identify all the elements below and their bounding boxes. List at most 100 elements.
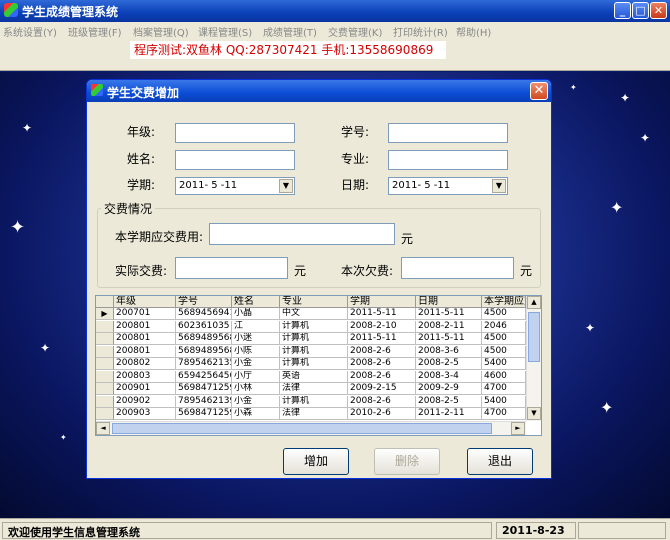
cell-student-no[interactable]: 7895462139 <box>176 395 232 408</box>
chevron-down-icon[interactable]: ▼ <box>279 179 293 193</box>
menu-help[interactable]: 帮助(H) <box>456 24 491 39</box>
cell-student-no[interactable]: 5689489568 <box>176 333 232 345</box>
cell-fee[interactable]: 4500 <box>482 345 526 358</box>
cell-student-no[interactable]: 7895462135 <box>176 358 232 370</box>
vertical-scrollbar[interactable]: ▲ ▼ <box>526 296 541 421</box>
scroll-thumb-horizontal[interactable] <box>112 423 492 434</box>
cell-grade[interactable]: 200901 <box>114 383 176 395</box>
cell-fee[interactable]: 5400 <box>482 358 526 370</box>
cell-grade[interactable]: 200902 <box>114 395 176 408</box>
cell-term[interactable]: 2010-2-6 <box>348 408 416 420</box>
cell-name[interactable]: 小金 <box>232 358 280 370</box>
cell-name[interactable]: 小金 <box>232 395 280 408</box>
exit-button[interactable]: 退出 <box>467 448 533 475</box>
col-header-term[interactable]: 学期 <box>348 296 416 308</box>
add-button[interactable]: 增加 <box>283 448 349 475</box>
minimize-button[interactable]: _ <box>614 2 631 19</box>
cell-name[interactable]: 小陈 <box>232 345 280 358</box>
cell-student-no[interactable]: 602361035 <box>176 320 232 333</box>
cell-grade[interactable]: 200801 <box>114 345 176 358</box>
cell-name[interactable]: 小林 <box>232 383 280 395</box>
menu-archive[interactable]: 档案管理(Q) <box>133 24 189 39</box>
menu-score[interactable]: 成绩管理(T) <box>263 24 317 39</box>
chevron-down-icon[interactable]: ▼ <box>492 179 506 193</box>
cell-grade[interactable]: 200701 <box>114 308 176 320</box>
major-field[interactable] <box>388 150 508 170</box>
student-no-field[interactable] <box>388 123 508 143</box>
cell-term[interactable]: 2008-2-6 <box>348 345 416 358</box>
row-header[interactable] <box>96 358 114 370</box>
row-header[interactable] <box>96 383 114 395</box>
cell-date[interactable]: 2011-5-11 <box>416 333 482 345</box>
cell-grade[interactable]: 200803 <box>114 370 176 383</box>
cell-student-no[interactable]: 5698471259 <box>176 408 232 420</box>
cell-date[interactable]: 2008-2-5 <box>416 358 482 370</box>
cell-name[interactable]: 小迷 <box>232 333 280 345</box>
cell-fee[interactable]: 4600 <box>482 370 526 383</box>
paid-field[interactable] <box>175 257 288 279</box>
scroll-left-icon[interactable]: ◄ <box>96 422 110 435</box>
name-field[interactable] <box>175 150 295 170</box>
cell-date[interactable]: 2011-5-11 <box>416 308 482 320</box>
cell-student-no[interactable]: 5689489568 <box>176 345 232 358</box>
cell-term[interactable]: 2008-2-6 <box>348 370 416 383</box>
col-header-name[interactable]: 姓名 <box>232 296 280 308</box>
menu-fee[interactable]: 交费管理(K) <box>328 24 382 39</box>
cell-grade[interactable]: 200802 <box>114 358 176 370</box>
menu-system[interactable]: 系统设置(Y) <box>3 24 57 39</box>
menu-class[interactable]: 班级管理(F) <box>68 24 122 39</box>
scroll-right-icon[interactable]: ► <box>511 422 525 435</box>
cell-name[interactable]: 小森 <box>232 408 280 420</box>
cell-major[interactable]: 计算机 <box>280 395 348 408</box>
cell-grade[interactable]: 200903 <box>114 408 176 420</box>
row-header[interactable] <box>96 320 114 333</box>
grade-field[interactable] <box>175 123 295 143</box>
menu-course[interactable]: 课程管理(S) <box>198 24 252 39</box>
cell-grade[interactable]: 200801 <box>114 333 176 345</box>
maximize-button[interactable]: □ <box>632 2 649 19</box>
dialog-close-button[interactable]: ✕ <box>530 82 548 100</box>
cell-name[interactable]: 江 <box>232 320 280 333</box>
col-header-student-no[interactable]: 学号 <box>176 296 232 308</box>
cell-fee[interactable]: 4700 <box>482 408 526 420</box>
delete-button[interactable]: 删除 <box>374 448 440 475</box>
scroll-down-icon[interactable]: ▼ <box>527 407 541 420</box>
cell-major[interactable]: 计算机 <box>280 320 348 333</box>
horizontal-scrollbar[interactable]: ◄ ► <box>96 421 526 435</box>
owed-field[interactable] <box>401 257 514 279</box>
fee-data-grid[interactable]: 年级 学号 姓名 专业 学期 日期 本学期应交 ▶200701568945694… <box>95 295 542 436</box>
cell-major[interactable]: 计算机 <box>280 345 348 358</box>
cell-major[interactable]: 计算机 <box>280 333 348 345</box>
cell-fee[interactable]: 2046 <box>482 320 526 333</box>
cell-name[interactable]: 小晶 <box>232 308 280 320</box>
cell-date[interactable]: 2008-3-4 <box>416 370 482 383</box>
cell-student-no[interactable]: 5698471259 <box>176 383 232 395</box>
cell-term[interactable]: 2008-2-6 <box>348 395 416 408</box>
row-header[interactable] <box>96 370 114 383</box>
cell-major[interactable]: 法律 <box>280 383 348 395</box>
cell-major[interactable]: 计算机 <box>280 358 348 370</box>
cell-term[interactable]: 2011-5-11 <box>348 333 416 345</box>
cell-date[interactable]: 2011-2-11 <box>416 408 482 420</box>
scroll-up-icon[interactable]: ▲ <box>527 296 541 309</box>
cell-fee[interactable]: 5400 <box>482 395 526 408</box>
cell-fee[interactable]: 4500 <box>482 333 526 345</box>
dialog-titlebar[interactable]: 学生交费增加 ✕ <box>87 80 551 102</box>
cell-term[interactable]: 2009-2-15 <box>348 383 416 395</box>
cell-term[interactable]: 2008-2-10 <box>348 320 416 333</box>
cell-fee[interactable]: 4700 <box>482 383 526 395</box>
col-header-grade[interactable]: 年级 <box>114 296 176 308</box>
cell-term[interactable]: 2008-2-6 <box>348 358 416 370</box>
col-header-major[interactable]: 专业 <box>280 296 348 308</box>
cell-student-no[interactable]: 6594256456 <box>176 370 232 383</box>
current-row-indicator[interactable]: ▶ <box>96 308 114 320</box>
cell-date[interactable]: 2009-2-9 <box>416 383 482 395</box>
row-header[interactable] <box>96 408 114 420</box>
cell-fee[interactable]: 4500 <box>482 308 526 320</box>
cell-student-no[interactable]: 5689456941 <box>176 308 232 320</box>
row-header[interactable] <box>96 333 114 345</box>
scroll-thumb[interactable] <box>528 312 540 362</box>
cell-major[interactable]: 中文 <box>280 308 348 320</box>
date-picker[interactable]: 2011- 5 -11 ▼ <box>388 177 508 195</box>
cell-major[interactable]: 英语 <box>280 370 348 383</box>
